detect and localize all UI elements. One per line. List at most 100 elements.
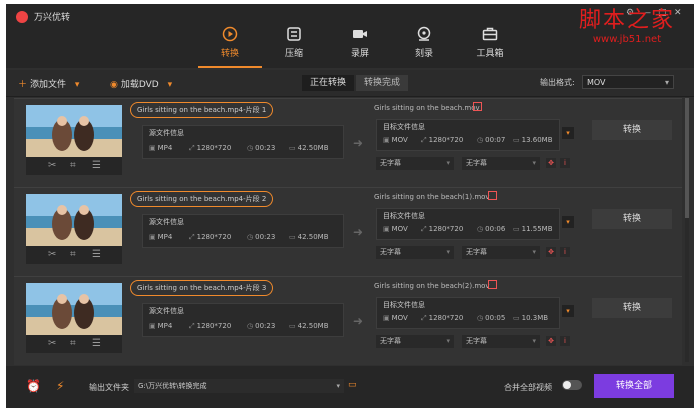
target-settings-dropdown[interactable]: ▾ bbox=[562, 216, 574, 228]
app-title: 万兴优转 bbox=[34, 13, 71, 23]
app-window: 万兴优转 转换 压缩 录屏 刻录 工具箱 ⚙ — □ ✕ ＋ 添加文件 ▾ ◉ … bbox=[6, 4, 694, 408]
target-info-box: 目标文件信息 ▣ MOV ⤢ 1280*720 ◷ 00:07 ▭ 13.60MB bbox=[376, 119, 560, 151]
clock-icon: ◷ bbox=[477, 136, 484, 144]
info-icon[interactable]: i bbox=[560, 247, 570, 257]
lightning-icon[interactable]: ⚡ bbox=[56, 379, 64, 393]
crop-icon[interactable]: ⌗ bbox=[70, 338, 76, 349]
info-icon[interactable]: i bbox=[560, 158, 570, 168]
adjust-icon[interactable]: ☰ bbox=[92, 338, 101, 349]
file-row: ✂ ⌗ ☰ Girls sitting on the beach.mp4-片段 … bbox=[14, 276, 682, 365]
source-info-title: 源文件信息 bbox=[149, 129, 184, 137]
tab-converted[interactable]: 转换完成 bbox=[356, 75, 408, 91]
scissors-icon[interactable]: ✂ bbox=[48, 338, 56, 349]
crop-icon[interactable]: ⌗ bbox=[70, 160, 76, 171]
output-path-value: G:\万兴优转\转换完成 bbox=[138, 382, 207, 390]
subtitle-select[interactable]: 无字幕 ▾ bbox=[376, 157, 454, 170]
video-thumbnail[interactable] bbox=[26, 194, 122, 246]
convert-button[interactable]: 转换 bbox=[592, 120, 672, 140]
convert-all-button[interactable]: 转换全部 bbox=[594, 374, 674, 398]
source-resolution: ⤢ 1280*720 bbox=[189, 233, 232, 241]
info-icon[interactable]: i bbox=[560, 336, 570, 346]
source-filename[interactable]: Girls sitting on the beach.mp4-片段 2 bbox=[130, 191, 274, 207]
film-icon: ▣ bbox=[149, 322, 156, 330]
video-thumbnail[interactable] bbox=[26, 105, 122, 157]
adjust-icon[interactable]: ☰ bbox=[92, 249, 101, 260]
resolution-icon: ⤢ bbox=[189, 144, 195, 152]
edit-icon[interactable] bbox=[488, 280, 497, 289]
arrow-right-icon: ➜ bbox=[353, 136, 364, 150]
folder-icon: ▭ bbox=[289, 322, 296, 330]
output-path-select[interactable]: G:\万兴优转\转换完成 ▾ bbox=[134, 379, 344, 393]
audio-select[interactable]: 无字幕 ▾ bbox=[462, 335, 540, 348]
tab-burn[interactable]: 刻录 bbox=[392, 20, 456, 68]
subtitle-select[interactable]: 无字幕 ▾ bbox=[376, 335, 454, 348]
target-duration: ◷ 00:05 bbox=[477, 314, 506, 322]
target-duration: ◷ 00:06 bbox=[477, 225, 506, 233]
source-duration: ◷ 00:23 bbox=[247, 322, 276, 330]
merge-icon[interactable]: ✥ bbox=[546, 336, 556, 346]
load-dvd-button[interactable]: ◉ 加载DVD ▾ bbox=[110, 77, 172, 90]
merge-all-toggle[interactable] bbox=[562, 380, 582, 390]
target-resolution: ⤢ 1280*720 bbox=[421, 136, 464, 144]
folder-icon: ▭ bbox=[513, 314, 520, 322]
target-settings-dropdown[interactable]: ▾ bbox=[562, 305, 574, 317]
subtitle-select[interactable]: 无字幕 ▾ bbox=[376, 246, 454, 259]
crop-icon[interactable]: ⌗ bbox=[70, 249, 76, 260]
convert-button[interactable]: 转换 bbox=[592, 298, 672, 318]
alarm-clock-icon[interactable]: ⏰ bbox=[26, 379, 41, 393]
audio-value: 无字幕 bbox=[466, 248, 487, 256]
audio-select[interactable]: 无字幕 ▾ bbox=[462, 157, 540, 170]
clock-icon: ◷ bbox=[247, 233, 254, 241]
tab-compress[interactable]: 压缩 bbox=[262, 20, 326, 68]
chevron-down-icon[interactable]: ▾ bbox=[168, 80, 173, 90]
target-size: ▭ 11.55MB bbox=[513, 225, 553, 233]
source-duration: ◷ 00:23 bbox=[247, 233, 276, 241]
watermark-url: www.jb51.net bbox=[592, 34, 662, 45]
open-folder-icon[interactable]: ▭ bbox=[348, 380, 357, 390]
scissors-icon[interactable]: ✂ bbox=[48, 160, 56, 171]
target-resolution: ⤢ 1280*720 bbox=[421, 225, 464, 233]
audio-select[interactable]: 无字幕 ▾ bbox=[462, 246, 540, 259]
source-filename[interactable]: Girls sitting on the beach.mp4-片段 3 bbox=[130, 280, 274, 296]
tab-convert[interactable]: 转换 bbox=[198, 20, 262, 68]
target-info-box: 目标文件信息 ▣ MOV ⤢ 1280*720 ◷ 00:06 ▭ 11.55MB bbox=[376, 208, 560, 240]
source-filename[interactable]: Girls sitting on the beach.mp4-片段 1 bbox=[130, 102, 274, 118]
tab-label: 压缩 bbox=[284, 49, 303, 59]
film-icon: ▣ bbox=[383, 314, 390, 322]
chevron-down-icon: ▾ bbox=[532, 337, 536, 345]
film-icon: ▣ bbox=[383, 225, 390, 233]
add-file-label: 添加文件 bbox=[30, 80, 67, 90]
source-format: ▣ MP4 bbox=[149, 322, 173, 330]
output-format-select[interactable]: MOV ▾ bbox=[582, 75, 674, 89]
tab-converting[interactable]: 正在转换 bbox=[302, 75, 354, 91]
source-info-title: 源文件信息 bbox=[149, 218, 184, 226]
video-thumbnail[interactable] bbox=[26, 283, 122, 335]
source-info-box: 源文件信息 ▣ MP4 ⤢ 1280*720 ◷ 00:23 ▭ 42.50MB bbox=[142, 125, 344, 159]
edit-icon[interactable] bbox=[473, 102, 482, 111]
chevron-down-icon: ▾ bbox=[446, 159, 450, 167]
arrow-right-icon: ➜ bbox=[353, 225, 364, 239]
subtitle-value: 无字幕 bbox=[380, 337, 401, 345]
tab-record[interactable]: 录屏 bbox=[328, 20, 392, 68]
tab-label: 刻录 bbox=[414, 49, 433, 59]
source-info-box: 源文件信息 ▣ MP4 ⤢ 1280*720 ◷ 00:23 ▭ 42.50MB bbox=[142, 303, 344, 337]
scroll-thumb[interactable] bbox=[685, 98, 689, 218]
dvd-icon: ◉ bbox=[110, 80, 118, 90]
edit-icon[interactable] bbox=[488, 191, 497, 200]
target-filename: Girls sitting on the beach(1).mov bbox=[374, 193, 490, 201]
source-info-box: 源文件信息 ▣ MP4 ⤢ 1280*720 ◷ 00:23 ▭ 42.50MB bbox=[142, 214, 344, 248]
target-settings-dropdown[interactable]: ▾ bbox=[562, 127, 574, 139]
resolution-icon: ⤢ bbox=[421, 225, 427, 233]
folder-icon: ▭ bbox=[289, 233, 296, 241]
merge-icon[interactable]: ✥ bbox=[546, 158, 556, 168]
convert-button[interactable]: 转换 bbox=[592, 209, 672, 229]
merge-icon[interactable]: ✥ bbox=[546, 247, 556, 257]
tab-toolbox[interactable]: 工具箱 bbox=[458, 20, 522, 68]
adjust-icon[interactable]: ☰ bbox=[92, 160, 101, 171]
clock-icon: ◷ bbox=[477, 225, 484, 233]
chevron-down-icon[interactable]: ▾ bbox=[75, 80, 80, 90]
add-file-button[interactable]: ＋添加文件 ▾ bbox=[18, 77, 79, 90]
scissors-icon[interactable]: ✂ bbox=[48, 249, 56, 260]
scrollbar[interactable] bbox=[685, 98, 689, 362]
chevron-down-icon: ▾ bbox=[336, 382, 340, 390]
